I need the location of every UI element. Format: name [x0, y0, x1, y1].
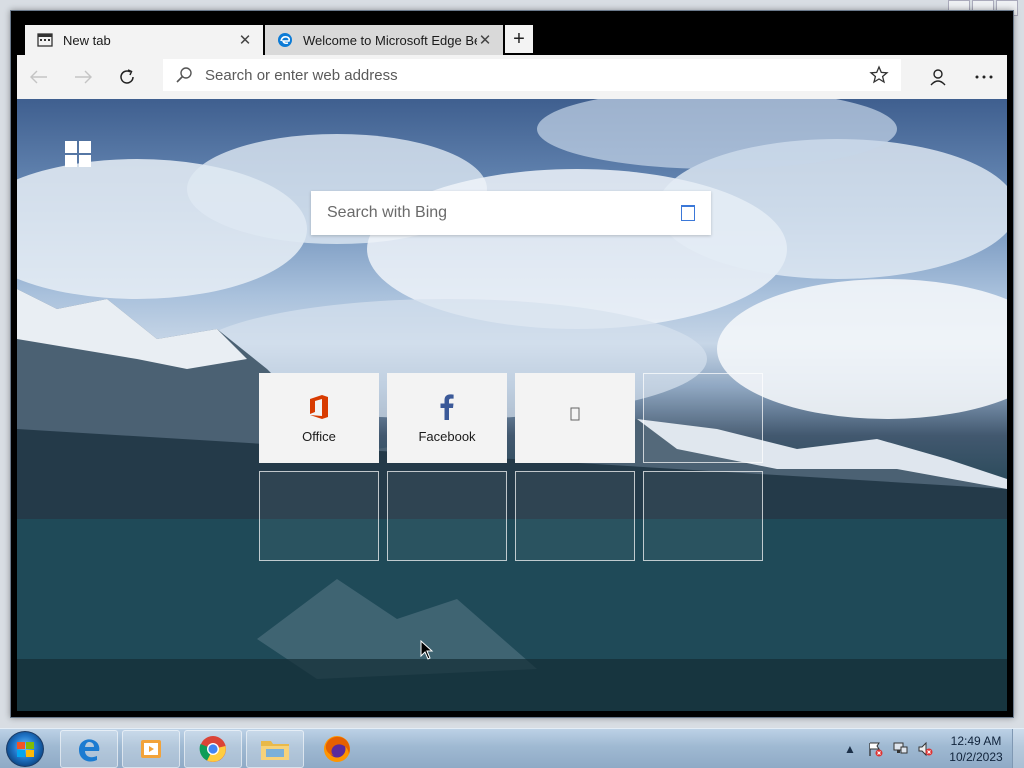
newtab-page-icon — [37, 32, 53, 48]
top-site-tile-office[interactable]: Office — [259, 373, 379, 463]
tab-welcome-edge[interactable]: Welcome to Microsoft Edge Beta ✕ — [265, 25, 503, 55]
top-site-tile-empty[interactable] — [643, 471, 763, 561]
windows-logo-icon — [65, 141, 91, 167]
forward-button[interactable] — [61, 55, 105, 99]
chrome-icon — [199, 736, 226, 762]
taskbar-edge-button[interactable] — [60, 730, 118, 768]
windows-taskbar: ▲ 12:49 AM 10/2/2023 — [0, 728, 1024, 768]
tab-title: Welcome to Microsoft Edge Beta — [303, 32, 477, 48]
file-explorer-icon — [261, 741, 289, 760]
top-site-tile-facebook[interactable]: Facebook — [387, 373, 507, 463]
taskbar-file-explorer-button[interactable] — [246, 730, 304, 768]
browser-toolbar: Search or enter web address — [17, 55, 1007, 99]
plus-icon: + — [513, 27, 525, 50]
favorite-star-icon[interactable] — [869, 65, 889, 85]
system-clock[interactable]: 12:49 AM 10/2/2023 — [940, 733, 1012, 765]
edge-icon — [79, 739, 100, 762]
close-tab-icon[interactable]: ✕ — [477, 32, 493, 49]
generic-site-icon — [561, 400, 589, 428]
tile-label: Facebook — [418, 428, 476, 444]
bing-search-box[interactable]: Search with Bing — [311, 191, 711, 235]
volume-muted-icon[interactable] — [915, 739, 935, 759]
edge-browser-window: New tab ✕ Welcome to Microsoft Edge Beta… — [10, 10, 1014, 718]
edge-logo-icon — [277, 32, 293, 48]
system-tray: ▲ 12:49 AM 10/2/2023 — [840, 729, 1024, 768]
address-placeholder: Search or enter web address — [205, 66, 398, 84]
back-button[interactable] — [17, 55, 61, 99]
search-icon — [176, 67, 192, 83]
tab-strip: New tab ✕ Welcome to Microsoft Edge Beta… — [11, 11, 1013, 55]
tab-new-tab[interactable]: New tab ✕ — [25, 25, 263, 55]
bing-search-placeholder: Search with Bing — [327, 204, 448, 221]
arrow-right-icon — [75, 70, 92, 84]
new-tab-button[interactable]: + — [505, 25, 533, 53]
profile-button[interactable] — [915, 55, 961, 99]
clock-date: 10/2/2023 — [949, 750, 1003, 764]
tab-title: New tab — [63, 32, 111, 48]
start-button[interactable] — [6, 731, 44, 767]
top-site-tile-empty[interactable] — [259, 471, 379, 561]
taskbar-firefox-button[interactable] — [308, 730, 366, 768]
bing-mic-icon[interactable] — [681, 205, 695, 221]
clock-time: 12:49 AM — [950, 734, 1002, 748]
media-player-icon — [141, 740, 161, 758]
settings-more-button[interactable] — [961, 55, 1007, 99]
show-hidden-icons-arrow-icon[interactable]: ▲ — [840, 739, 860, 759]
taskbar-media-player-button[interactable] — [122, 730, 180, 768]
top-sites-grid: Office Facebook — [259, 373, 767, 563]
show-desktop-button[interactable] — [1012, 729, 1024, 768]
facebook-icon — [433, 393, 461, 421]
firefox-icon — [324, 736, 350, 762]
arrow-left-icon — [30, 70, 47, 84]
office-icon — [305, 393, 333, 421]
tile-label: Office — [302, 428, 336, 444]
close-tab-icon[interactable]: ✕ — [237, 32, 253, 49]
network-icon[interactable] — [890, 739, 910, 759]
refresh-button[interactable] — [105, 55, 149, 99]
more-dots-icon — [975, 75, 993, 79]
profile-icon — [930, 69, 946, 86]
mouse-cursor-icon — [420, 640, 434, 660]
top-site-tile-3[interactable] — [515, 373, 635, 463]
action-center-flag-icon[interactable] — [865, 739, 885, 759]
address-bar[interactable]: Search or enter web address — [163, 59, 901, 91]
toolbar-right-tools — [915, 55, 1007, 99]
refresh-icon — [120, 69, 134, 84]
new-tab-page: Search with Bing Office Facebook — [17, 99, 1007, 711]
top-site-tile-empty[interactable] — [643, 373, 763, 463]
top-site-tile-empty[interactable] — [515, 471, 635, 561]
top-site-tile-empty[interactable] — [387, 471, 507, 561]
taskbar-chrome-button[interactable] — [184, 730, 242, 768]
